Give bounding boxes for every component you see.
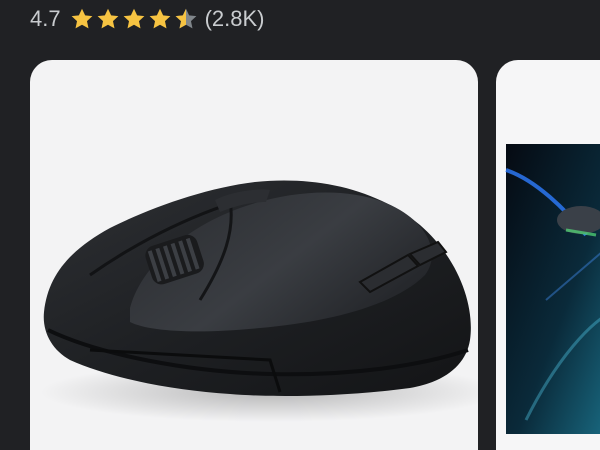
star-icon xyxy=(149,8,170,29)
star-rating xyxy=(69,6,199,32)
next-image-card[interactable] xyxy=(496,60,600,450)
star-icon xyxy=(71,8,92,29)
rating-row[interactable]: 4.7 (2.8K) xyxy=(30,4,265,34)
half-star-icon xyxy=(175,8,196,29)
product-image-card[interactable] xyxy=(30,60,478,450)
star-icon xyxy=(123,8,144,29)
rating-value: 4.7 xyxy=(30,6,61,31)
mouse-product-image xyxy=(40,180,478,422)
mouse-lifestyle-image xyxy=(505,144,600,434)
product-listing: 4.7 (2.8K) xyxy=(0,0,600,450)
image-carousel[interactable] xyxy=(0,60,600,450)
star-icon xyxy=(97,8,118,29)
review-count[interactable]: (2.8K) xyxy=(205,6,265,32)
